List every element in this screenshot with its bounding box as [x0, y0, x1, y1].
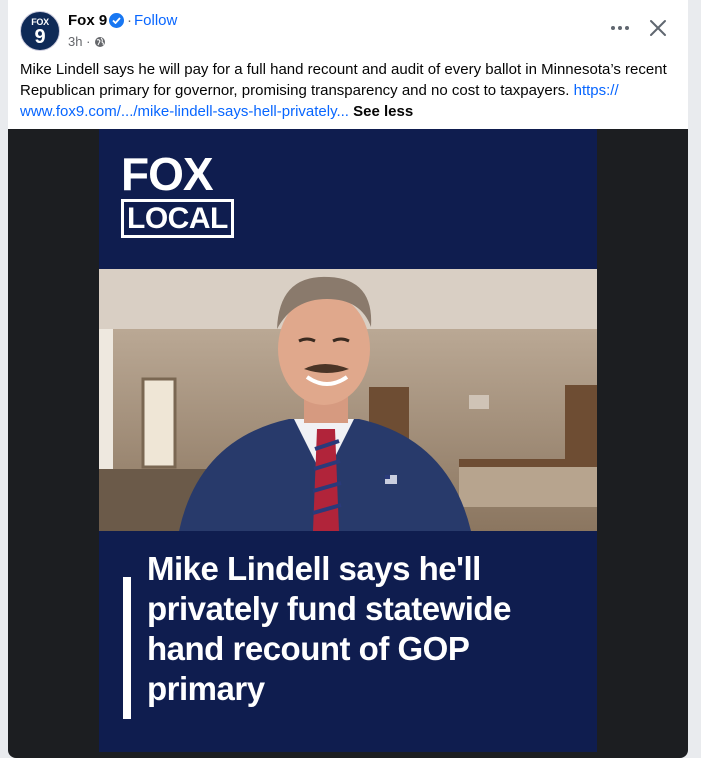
close-icon[interactable] — [646, 16, 670, 40]
see-less-button[interactable]: See less — [353, 103, 413, 120]
logo-fox-text: FOX — [121, 148, 214, 200]
post-card: FOX 9 Fox 9 · Follow 3h · Mike Lindell s… — [8, 0, 688, 758]
post-header: FOX 9 Fox 9 · Follow 3h · — [8, 0, 688, 58]
avatar-label-big: 9 — [34, 26, 46, 48]
more-options-icon[interactable] — [608, 16, 636, 40]
post-caption: Mike Lindell says he will pay for a full… — [20, 59, 680, 122]
globe-icon — [95, 37, 105, 47]
video-still-image — [99, 269, 597, 531]
page-name-link[interactable]: Fox 9 — [68, 12, 107, 29]
page-avatar[interactable]: FOX 9 — [20, 11, 60, 51]
caption-text: Mike Lindell says he will pay for a full… — [20, 61, 667, 99]
fox-local-logo: FOX LOCAL — [121, 151, 234, 238]
post-media[interactable]: FOX LOCAL Mike Lindell says he'll privat… — [8, 129, 688, 758]
post-timestamp[interactable]: 3h · — [68, 34, 90, 49]
video-frame[interactable]: FOX LOCAL Mike Lindell says he'll privat… — [99, 129, 597, 752]
follow-button[interactable]: Follow — [134, 12, 177, 29]
logo-local-text: LOCAL — [121, 199, 234, 238]
video-headline: Mike Lindell says he'll privately fund s… — [147, 550, 511, 707]
headline-accent-bar — [123, 577, 131, 719]
header-separator: · — [127, 12, 132, 29]
verified-badge-icon — [109, 13, 124, 28]
